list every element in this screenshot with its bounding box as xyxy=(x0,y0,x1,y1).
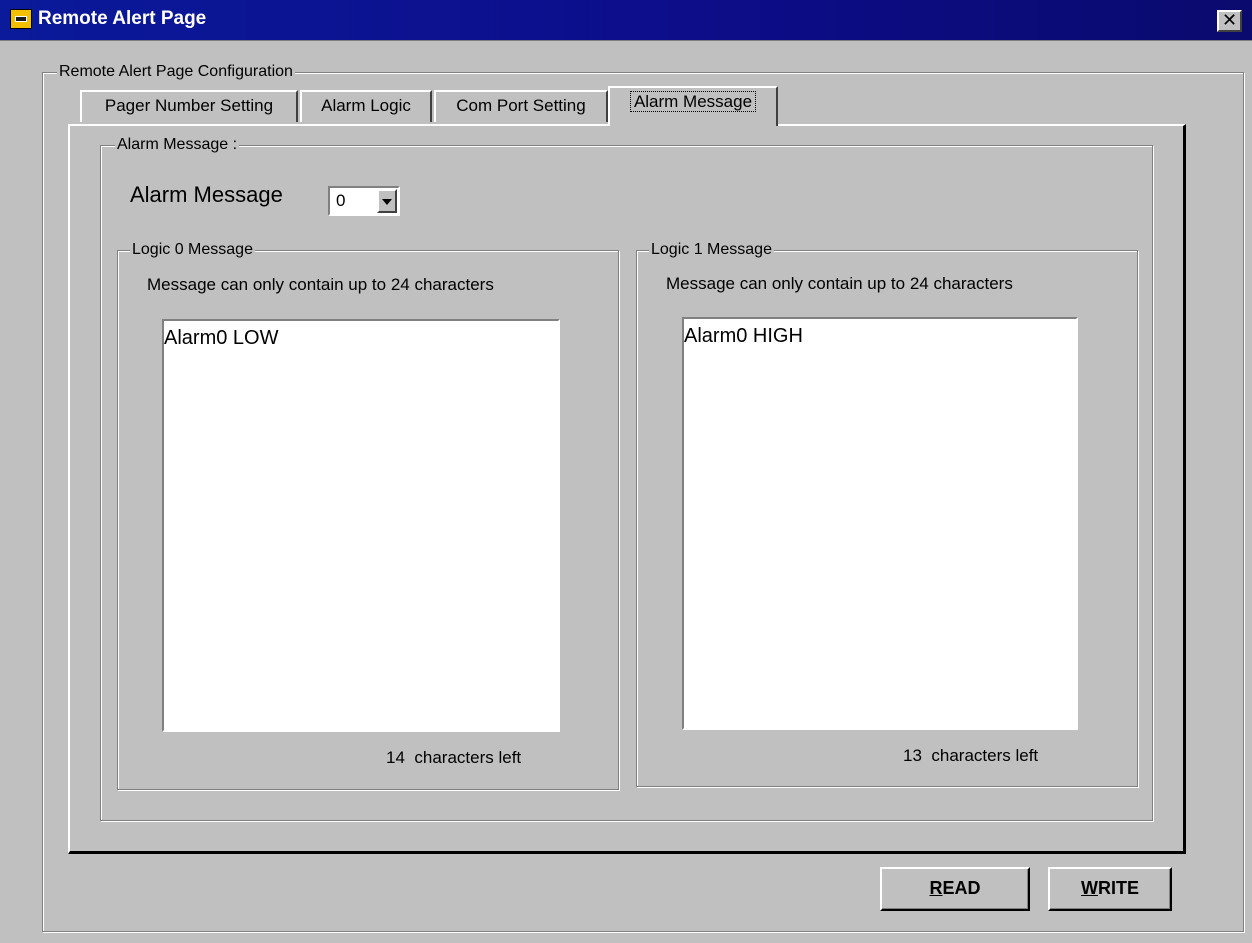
alarm-message-select-value: 0 xyxy=(336,191,346,210)
logic0-message-input[interactable]: Alarm0 LOW xyxy=(162,319,560,732)
logic1-hint: Message can only contain up to 24 charac… xyxy=(666,274,1013,293)
logic0-group-legend: Logic 0 Message xyxy=(130,241,255,259)
close-icon: ✕ xyxy=(1221,10,1238,31)
alarm-message-selector-label: Alarm Message xyxy=(130,182,283,207)
logic1-message-input[interactable]: Alarm0 HIGH xyxy=(682,317,1078,730)
tab-pager-number-setting[interactable]: Pager Number Setting xyxy=(80,90,298,122)
write-button-label: RITE xyxy=(1097,878,1139,898)
alarm-message-select[interactable]: 0 xyxy=(328,186,400,216)
logic0-chars-left: 14 characters left xyxy=(386,748,521,768)
logic0-chars-left-label: characters left xyxy=(414,748,522,767)
title-bar: Remote Alert Page ✕ xyxy=(0,0,1252,41)
tab-label: Alarm Logic xyxy=(321,96,411,115)
read-button-label: EAD xyxy=(942,878,981,898)
config-group-legend: Remote Alert Page Configuration xyxy=(57,63,295,81)
logic0-chars-left-count: 14 xyxy=(386,748,405,767)
write-button-mnemonic: W xyxy=(1080,878,1098,898)
logic1-chars-left-count: 13 xyxy=(903,746,922,765)
app-icon xyxy=(10,9,32,29)
tab-alarm-message[interactable]: Alarm Message xyxy=(608,86,778,126)
close-button[interactable]: ✕ xyxy=(1217,10,1242,32)
read-button-mnemonic: R xyxy=(929,878,943,898)
logic0-hint: Message can only contain up to 24 charac… xyxy=(147,275,494,294)
write-button[interactable]: WRITE xyxy=(1048,867,1172,911)
read-button[interactable]: READ xyxy=(880,867,1030,911)
chevron-down-icon[interactable] xyxy=(377,189,397,213)
alarm-message-group-legend: Alarm Message : xyxy=(115,136,240,154)
tab-com-port-setting[interactable]: Com Port Setting xyxy=(434,90,608,122)
tab-label: Com Port Setting xyxy=(456,96,586,115)
tab-label: Alarm Message xyxy=(629,91,757,112)
tab-alarm-logic[interactable]: Alarm Logic xyxy=(300,90,432,122)
tab-label: Pager Number Setting xyxy=(104,96,274,115)
logic1-group-legend: Logic 1 Message xyxy=(649,241,774,259)
logic1-chars-left: 13 characters left xyxy=(903,746,1038,766)
window-title: Remote Alert Page xyxy=(38,8,207,29)
logic1-chars-left-label: characters left xyxy=(931,746,1039,765)
